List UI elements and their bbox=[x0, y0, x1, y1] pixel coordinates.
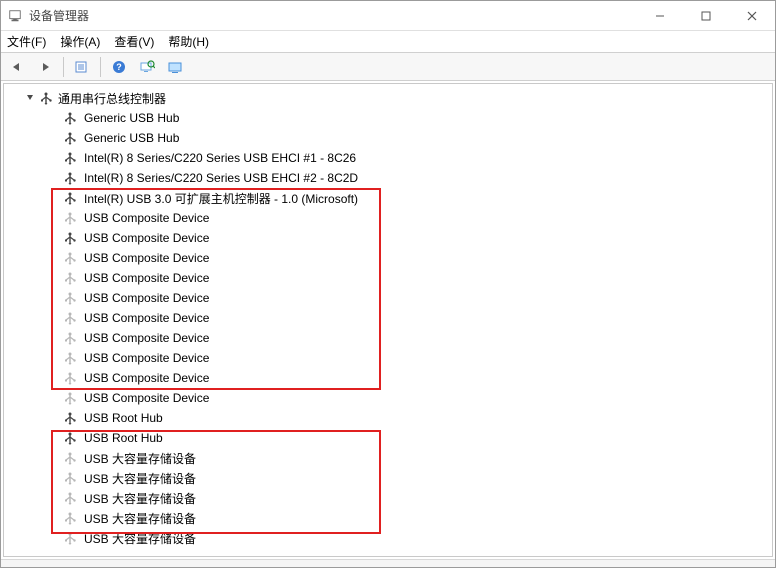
tree-device-row[interactable]: USB Composite Device bbox=[50, 268, 772, 288]
status-bar bbox=[1, 559, 775, 567]
usb-device-icon bbox=[62, 151, 78, 165]
usb-device-icon bbox=[62, 291, 78, 305]
menu-bar: 文件(F) 操作(A) 查看(V) 帮助(H) bbox=[1, 31, 775, 53]
tree-category-label: 通用串行总线控制器 bbox=[58, 90, 166, 107]
usb-device-icon bbox=[62, 131, 78, 145]
tree-device-label: USB Composite Device bbox=[84, 331, 209, 345]
window-buttons bbox=[637, 1, 775, 30]
tree-device-label: USB Composite Device bbox=[84, 291, 209, 305]
tree-device-label: USB Composite Device bbox=[84, 271, 209, 285]
tree-device-row[interactable]: USB Composite Device bbox=[50, 228, 772, 248]
tree-device-label: USB 大容量存储设备 bbox=[84, 450, 196, 467]
usb-device-icon bbox=[62, 351, 78, 365]
usb-device-icon bbox=[62, 111, 78, 125]
tree-device-label: Intel(R) USB 3.0 可扩展主机控制器 - 1.0 (Microso… bbox=[84, 190, 358, 207]
usb-device-icon bbox=[62, 531, 78, 545]
window-title: 设备管理器 bbox=[29, 7, 89, 24]
usb-device-icon bbox=[62, 211, 78, 225]
tree-device-row[interactable]: USB 大容量存储设备 bbox=[50, 528, 772, 548]
usb-device-icon bbox=[62, 311, 78, 325]
tree-device-label: USB Composite Device bbox=[84, 391, 209, 405]
usb-device-icon bbox=[62, 431, 78, 445]
content-area: 通用串行总线控制器 Generic USB HubGeneric USB Hub… bbox=[1, 81, 775, 559]
tree-device-row[interactable]: USB 大容量存储设备 bbox=[50, 488, 772, 508]
usb-device-icon bbox=[62, 391, 78, 405]
device-children: Generic USB Hub Generic USB Hub Intel(R) 8… bbox=[50, 108, 772, 548]
tree-device-label: USB Composite Device bbox=[84, 351, 209, 365]
usb-device-icon bbox=[62, 231, 78, 245]
usb-device-icon bbox=[62, 411, 78, 425]
device-tree[interactable]: 通用串行总线控制器 Generic USB HubGeneric USB Hub… bbox=[3, 83, 773, 557]
usb-device-icon bbox=[62, 171, 78, 185]
usb-controller-icon bbox=[38, 91, 54, 105]
tree-device-label: Generic USB Hub bbox=[84, 111, 179, 125]
tree-device-row[interactable]: USB Composite Device bbox=[50, 388, 772, 408]
usb-device-icon bbox=[62, 491, 78, 505]
toolbar: ? bbox=[1, 53, 775, 81]
usb-device-icon bbox=[62, 331, 78, 345]
tree-device-label: USB Root Hub bbox=[84, 411, 163, 425]
tree-device-row[interactable]: USB Root Hub bbox=[50, 428, 772, 448]
tree-category-row[interactable]: 通用串行总线控制器 bbox=[22, 88, 772, 108]
properties-button[interactable] bbox=[70, 56, 94, 78]
show-hidden-button[interactable] bbox=[163, 56, 187, 78]
tree-device-row[interactable]: Generic USB Hub bbox=[50, 128, 772, 148]
tree-device-row[interactable]: USB Root Hub bbox=[50, 408, 772, 428]
tree-device-row[interactable]: USB Composite Device bbox=[50, 348, 772, 368]
tree-device-label: USB Composite Device bbox=[84, 371, 209, 385]
usb-device-icon bbox=[62, 271, 78, 285]
close-button[interactable] bbox=[729, 1, 775, 30]
toolbar-separator bbox=[63, 57, 64, 77]
title-bar: 设备管理器 bbox=[1, 1, 775, 31]
menu-view[interactable]: 查看(V) bbox=[114, 33, 154, 50]
usb-device-icon bbox=[62, 251, 78, 265]
tree-device-row[interactable]: USB Composite Device bbox=[50, 308, 772, 328]
tree-device-label: USB 大容量存储设备 bbox=[84, 510, 196, 527]
tree-device-label: Intel(R) 8 Series/C220 Series USB EHCI #… bbox=[84, 171, 358, 185]
tree-device-label: USB 大容量存储设备 bbox=[84, 470, 196, 487]
tree-device-row[interactable]: Intel(R) 8 Series/C220 Series USB EHCI #… bbox=[50, 148, 772, 168]
help-button[interactable]: ? bbox=[107, 56, 131, 78]
app-icon bbox=[7, 8, 23, 24]
tree-device-label: Generic USB Hub bbox=[84, 131, 179, 145]
tree-device-row[interactable]: USB Composite Device bbox=[50, 288, 772, 308]
tree-device-row[interactable]: USB Composite Device bbox=[50, 248, 772, 268]
tree-device-label: USB Composite Device bbox=[84, 311, 209, 325]
tree-device-label: USB Composite Device bbox=[84, 231, 209, 245]
tree-device-label: USB Root Hub bbox=[84, 431, 163, 445]
usb-device-icon bbox=[62, 451, 78, 465]
expander-collapse-icon[interactable] bbox=[22, 91, 38, 105]
maximize-button[interactable] bbox=[683, 1, 729, 30]
tree-device-row[interactable]: USB Composite Device bbox=[50, 208, 772, 228]
tree-device-row[interactable]: USB 大容量存储设备 bbox=[50, 468, 772, 488]
tree-device-label: USB Composite Device bbox=[84, 251, 209, 265]
tree-device-row[interactable]: USB 大容量存储设备 bbox=[50, 508, 772, 528]
tree-device-row[interactable]: USB Composite Device bbox=[50, 328, 772, 348]
toolbar-separator bbox=[100, 57, 101, 77]
menu-file[interactable]: 文件(F) bbox=[7, 33, 46, 50]
tree-device-label: USB 大容量存储设备 bbox=[84, 490, 196, 507]
tree-device-row[interactable]: Intel(R) 8 Series/C220 Series USB EHCI #… bbox=[50, 168, 772, 188]
usb-device-icon bbox=[62, 511, 78, 525]
tree-device-row[interactable]: Intel(R) USB 3.0 可扩展主机控制器 - 1.0 (Microso… bbox=[50, 188, 772, 208]
minimize-button[interactable] bbox=[637, 1, 683, 30]
back-button[interactable] bbox=[5, 56, 29, 78]
menu-action[interactable]: 操作(A) bbox=[60, 33, 100, 50]
usb-device-icon bbox=[62, 471, 78, 485]
usb-device-icon bbox=[62, 191, 78, 205]
tree-device-row[interactable]: USB 大容量存储设备 bbox=[50, 448, 772, 468]
tree-device-label: Intel(R) 8 Series/C220 Series USB EHCI #… bbox=[84, 151, 356, 165]
tree-device-row[interactable]: USB Composite Device bbox=[50, 368, 772, 388]
tree-device-row[interactable]: Generic USB Hub bbox=[50, 108, 772, 128]
device-manager-window: 设备管理器 文件(F) 操作(A) 查看(V) 帮助(H) ? bbox=[0, 0, 776, 568]
tree-device-label: USB Composite Device bbox=[84, 211, 209, 225]
usb-device-icon bbox=[62, 371, 78, 385]
tree-device-label: USB 大容量存储设备 bbox=[84, 530, 196, 547]
svg-text:?: ? bbox=[116, 62, 122, 72]
forward-button[interactable] bbox=[33, 56, 57, 78]
scan-hardware-button[interactable] bbox=[135, 56, 159, 78]
menu-help[interactable]: 帮助(H) bbox=[168, 33, 209, 50]
